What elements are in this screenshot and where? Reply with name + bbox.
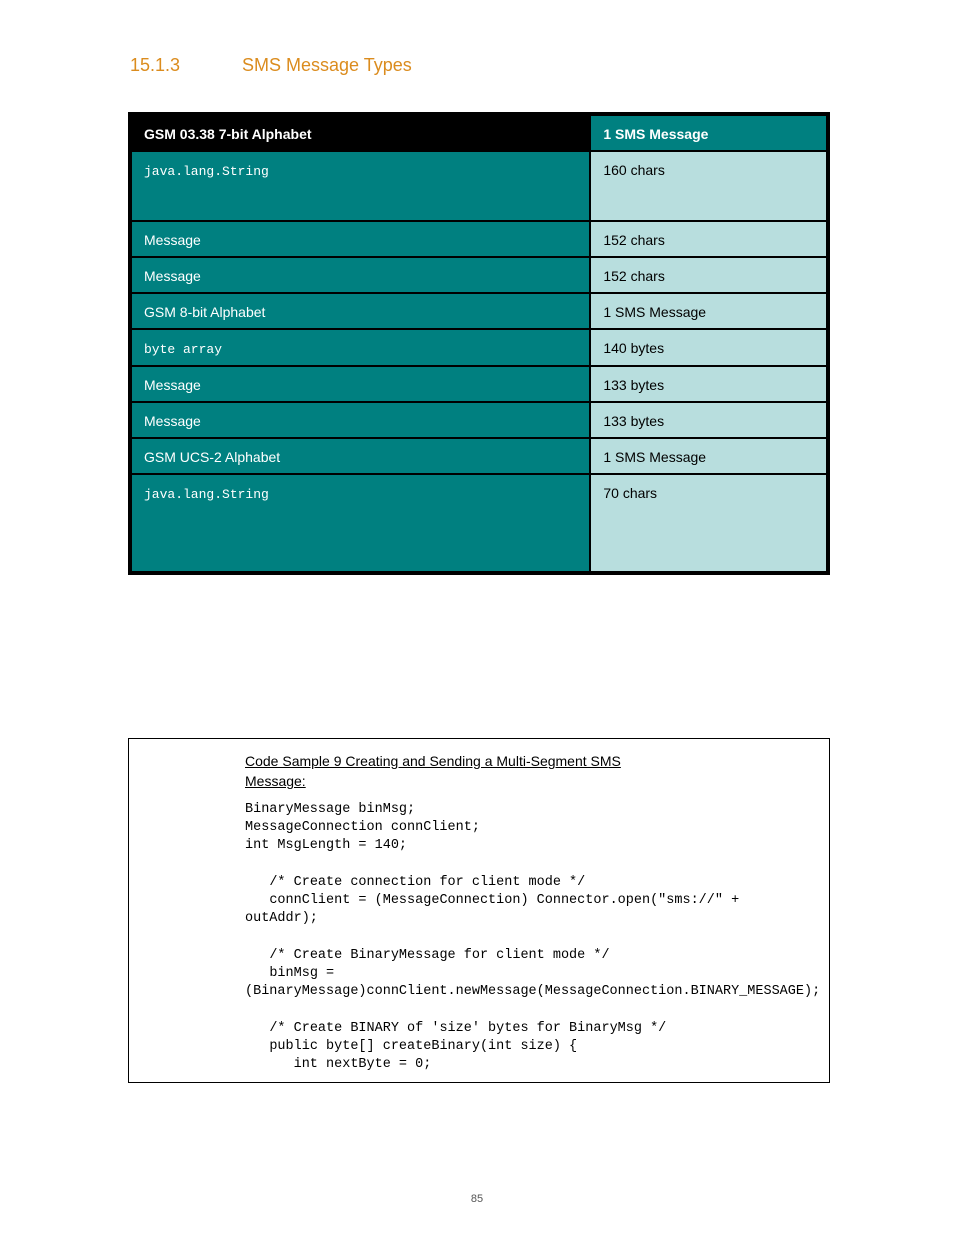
table-row: GSM 8-bit Alphabet 1 SMS Message: [131, 293, 827, 329]
cell-left: GSM 8-bit Alphabet: [144, 304, 265, 320]
cell-right: 133 bytes: [590, 402, 827, 438]
table-header-left: GSM 03.38 7-bit Alphabet: [131, 115, 590, 151]
table-row: GSM UCS-2 Alphabet 1 SMS Message: [131, 438, 827, 474]
cell-right: 152 chars: [590, 221, 827, 257]
cell-left: GSM UCS-2 Alphabet: [144, 449, 280, 465]
cell-right: 70 chars: [590, 474, 827, 572]
cell-left: java.lang.String: [144, 487, 269, 502]
cell-left: Message: [144, 377, 201, 393]
sms-table: GSM 03.38 7-bit Alphabet 1 SMS Message j…: [128, 112, 830, 575]
cell-right: 1 SMS Message: [590, 293, 827, 329]
code-subtitle: Message:: [245, 773, 809, 789]
table-row: Message 152 chars: [131, 257, 827, 293]
page: 15.1.3 SMS Message Types GSM 03.38 7-bit…: [0, 0, 954, 1235]
cell-right: 1 SMS Message: [590, 438, 827, 474]
table-row: Message 133 bytes: [131, 402, 827, 438]
cell-left: Message: [144, 413, 201, 429]
cell-right: 140 bytes: [590, 329, 827, 366]
cell-left: byte array: [144, 342, 222, 357]
cell-left: java.lang.String: [144, 164, 269, 179]
section-title: SMS Message Types: [242, 55, 412, 76]
cell-right: 160 chars: [590, 151, 827, 221]
code-sample-box: Code Sample 9 Creating and Sending a Mul…: [128, 738, 830, 1083]
table-row: Message 152 chars: [131, 221, 827, 257]
table-row: java.lang.String 160 chars: [131, 151, 827, 221]
table-header-right: 1 SMS Message: [590, 115, 827, 151]
table-header-row: GSM 03.38 7-bit Alphabet 1 SMS Message: [131, 115, 827, 151]
section-number: 15.1.3: [130, 55, 180, 76]
table-row: byte array 140 bytes: [131, 329, 827, 366]
cell-right: 133 bytes: [590, 366, 827, 402]
cell-left: Message: [144, 232, 201, 248]
table-row: Message 133 bytes: [131, 366, 827, 402]
cell-right: 152 chars: [590, 257, 827, 293]
code-title: Code Sample 9 Creating and Sending a Mul…: [245, 753, 809, 769]
cell-left: Message: [144, 268, 201, 284]
code-body: BinaryMessage binMsg; MessageConnection …: [245, 801, 809, 1074]
page-number: 85: [471, 1193, 483, 1205]
table-row: java.lang.String 70 chars: [131, 474, 827, 572]
